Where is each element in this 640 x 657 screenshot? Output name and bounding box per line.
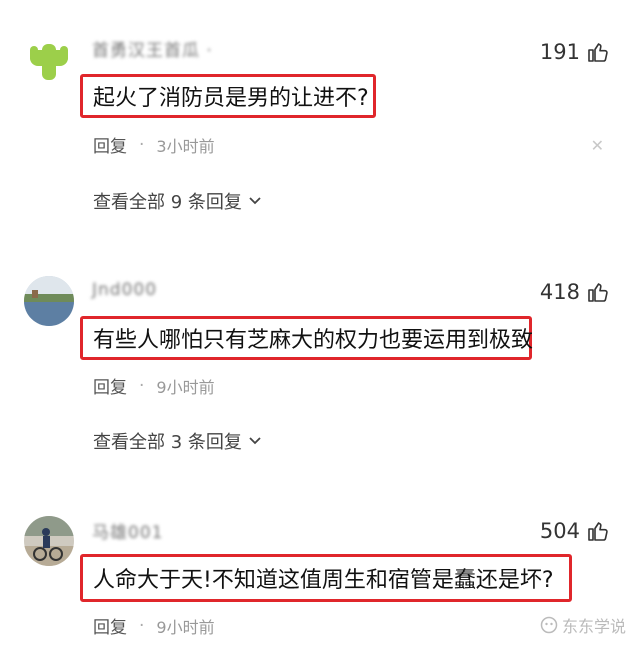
avatar[interactable]	[24, 276, 74, 326]
view-replies-button[interactable]: 查看全部 3 条回复	[93, 428, 262, 454]
thumbs-up-icon[interactable]	[586, 280, 610, 304]
reply-button[interactable]: 回复	[93, 132, 127, 157]
username[interactable]: 首勇汉王首瓜 ·	[92, 36, 213, 61]
lake-avatar-icon	[24, 276, 74, 326]
cyclist-avatar-icon	[24, 516, 74, 566]
reply-button[interactable]: 回复	[93, 613, 127, 638]
view-replies-label: 查看全部 3 条回复	[93, 432, 242, 453]
username[interactable]: 马雄001	[92, 518, 163, 543]
like-count: 504	[539, 519, 580, 543]
like-count: 191	[539, 40, 580, 64]
comment-text: 起火了消防员是男的让进不?	[93, 86, 369, 111]
comment-text: 人命大于天!不知道这值周生和宿管是蠢还是坏?	[93, 568, 554, 593]
avatar[interactable]	[24, 516, 74, 566]
comment-meta: 回复 · 3小时前	[93, 132, 215, 158]
separator-dot: ·	[139, 615, 145, 636]
chevron-down-icon	[249, 197, 261, 205]
comment-content-highlight: 人命大于天!不知道这值周生和宿管是蠢还是坏?	[80, 554, 572, 602]
like-count: 418	[539, 280, 580, 304]
view-replies-label: 查看全部 9 条回复	[93, 192, 242, 213]
avatar[interactable]	[24, 36, 74, 86]
separator-dot: ·	[139, 134, 145, 155]
timestamp: 9小时前	[156, 617, 215, 637]
comment-meta: 回复 · 9小时前	[93, 373, 215, 399]
thumbs-up-icon[interactable]	[586, 40, 610, 64]
comment-content-highlight: 有些人哪怕只有芝麻大的权力也要运用到极致	[80, 316, 534, 360]
watermark-logo-icon	[540, 616, 558, 634]
timestamp: 9小时前	[156, 377, 215, 397]
watermark: 东东学说	[540, 613, 626, 637]
like-group[interactable]: 191	[540, 40, 610, 64]
thumbs-up-icon[interactable]	[586, 519, 610, 543]
separator-dot: ·	[139, 375, 145, 396]
username[interactable]: Jnd000	[92, 280, 157, 300]
view-replies-button[interactable]: 查看全部 9 条回复	[93, 188, 262, 214]
reply-button[interactable]: 回复	[93, 373, 127, 398]
watermark-text: 东东学说	[561, 617, 626, 636]
comment-meta: 回复 · 9小时前	[93, 613, 215, 639]
comment-content-highlight: 起火了消防员是男的让进不?	[80, 74, 376, 118]
chevron-down-icon	[249, 437, 261, 445]
comment-text: 有些人哪怕只有芝麻大的权力也要运用到极致	[93, 328, 534, 353]
like-group[interactable]: 504	[540, 519, 610, 543]
like-group[interactable]: 418	[540, 280, 610, 304]
cactus-avatar-icon	[24, 36, 74, 86]
timestamp: 3小时前	[156, 136, 215, 156]
close-icon[interactable]: ✕	[591, 136, 604, 155]
